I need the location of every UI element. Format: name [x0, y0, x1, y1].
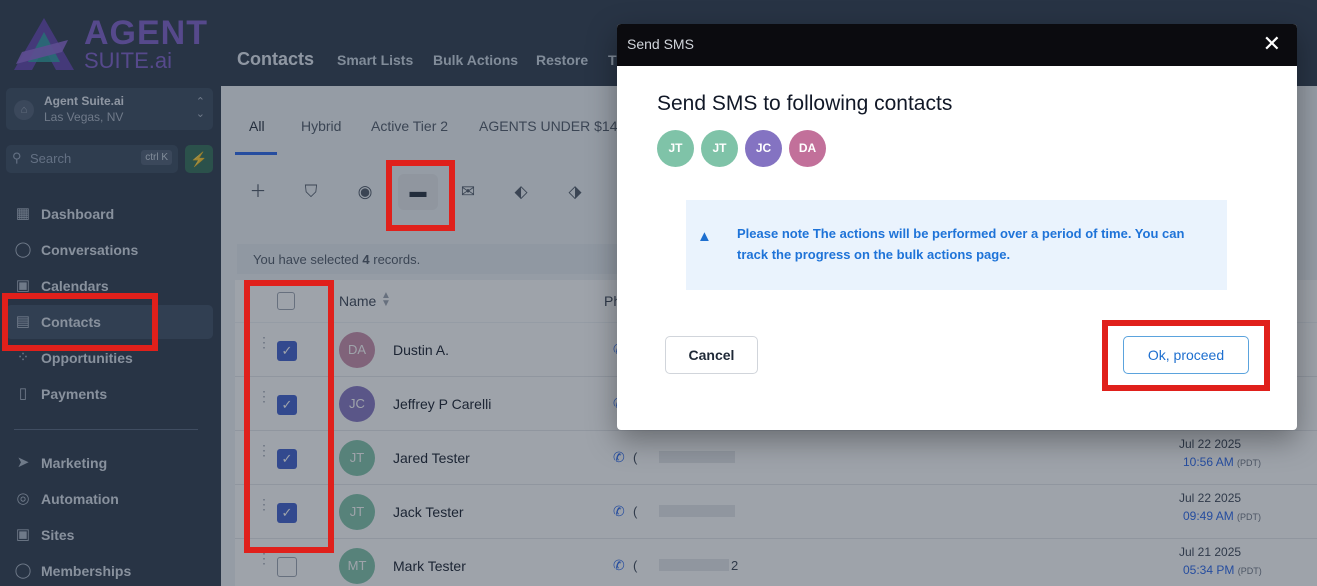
recipient-avatar: JT — [657, 130, 694, 167]
close-icon[interactable]: ✕ — [1263, 32, 1281, 56]
info-note-text: Please note The actions will be performe… — [737, 226, 1185, 262]
info-note: ▲ Please note The actions will be perfor… — [686, 200, 1227, 290]
recipient-avatar: DA — [789, 130, 826, 167]
highlight-checkboxes — [244, 280, 334, 553]
recipient-avatar: JT — [701, 130, 738, 167]
cancel-button[interactable]: Cancel — [665, 336, 758, 374]
modal-title: Send SMS to following contacts — [657, 92, 953, 115]
highlight-ok-button — [1102, 320, 1270, 391]
highlight-sms-button — [386, 160, 455, 231]
highlight-contacts-nav — [2, 293, 158, 351]
recipient-avatar: JC — [745, 130, 782, 167]
modal-header-title: Send SMS — [627, 36, 694, 52]
modal-header: Send SMS ✕ — [617, 24, 1297, 66]
warning-icon: ▲ — [697, 228, 712, 245]
